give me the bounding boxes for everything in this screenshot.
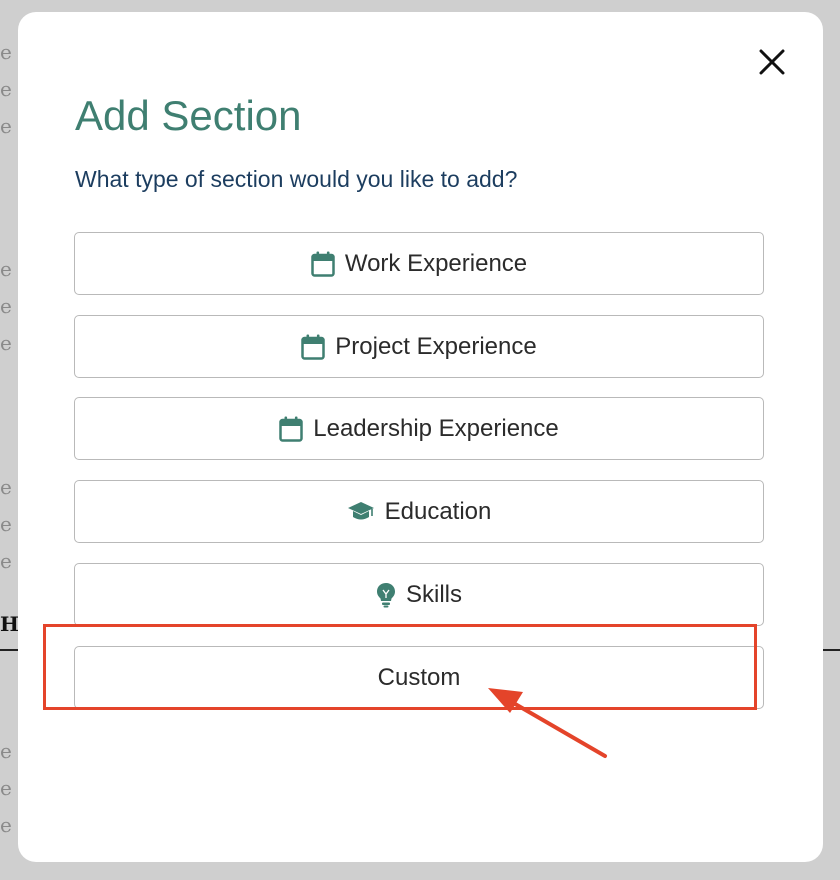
annotation-arrow-icon xyxy=(488,688,607,758)
